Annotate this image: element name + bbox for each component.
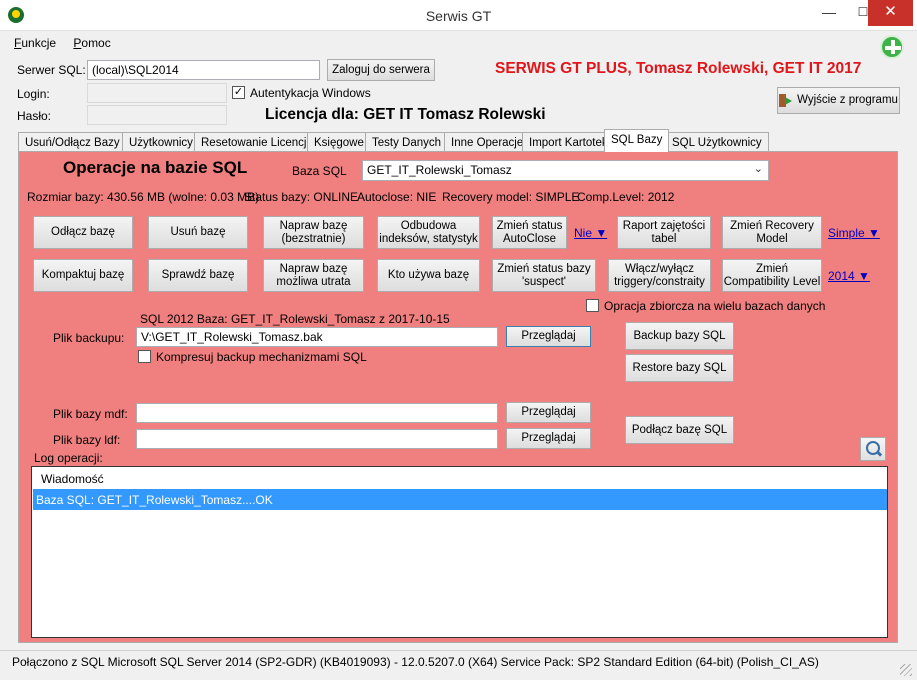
attach-db-button[interactable]: Podłącz bazę SQL: [625, 416, 734, 444]
log-label: Log operacji:: [34, 451, 103, 465]
operation-log[interactable]: Wiadomość Baza SQL: GET_IT_Rolewski_Toma…: [31, 466, 888, 638]
tab-other-operations[interactable]: Inne Operacje: [444, 132, 531, 151]
compact-db-button[interactable]: Kompaktuj bazę: [33, 259, 133, 292]
brand-banner: SERWIS GT PLUS, Tomasz Rolewski, GET IT …: [495, 60, 862, 77]
zoom-icon[interactable]: [860, 437, 886, 461]
backup-file-label: Plik backupu:: [53, 331, 125, 345]
db-autoclose-info: Autoclose: NIE: [357, 190, 437, 204]
usage-report-button[interactable]: Raport zajętości tabel: [617, 216, 711, 249]
tab-import[interactable]: Import Kartotek: [522, 132, 615, 151]
repair-loss-button[interactable]: Napraw bazę możliwa utrata: [263, 259, 364, 292]
windows-auth-checkbox[interactable]: ✓: [232, 86, 245, 99]
tab-sql-users[interactable]: SQL Użytkownicy: [665, 132, 769, 151]
mdf-file-input[interactable]: [136, 403, 498, 423]
db-select-value: GET_IT_Rolewski_Tomasz: [367, 163, 512, 177]
menu-bar: Funkcje Pomoc: [14, 36, 125, 50]
backup-file-input[interactable]: V:\GET_IT_Rolewski_Tomasz.bak: [136, 327, 498, 347]
windows-auth-label: Autentykacja Windows: [250, 86, 371, 100]
toggle-triggers-button[interactable]: Włącz/wyłącz triggery/constraity: [608, 259, 711, 292]
db-select-label: Baza SQL: [292, 164, 347, 178]
browse-mdf-button[interactable]: Przeglądaj: [506, 402, 591, 423]
db-status-info: Status bazy: ONLINE: [244, 190, 359, 204]
tab-license-reset[interactable]: Resetowanie Licencji: [194, 132, 317, 151]
compress-backup-label: Kompresuj backup mechanizmami SQL: [156, 350, 367, 364]
log-row[interactable]: Baza SQL: GET_IT_Rolewski_Tomasz....OK: [33, 489, 887, 510]
browse-ldf-button[interactable]: Przeglądaj: [506, 428, 591, 449]
restore-db-button[interactable]: Restore bazy SQL: [625, 354, 734, 382]
backup-db-button[interactable]: Backup bazy SQL: [625, 322, 734, 350]
resize-grip-icon[interactable]: [900, 664, 912, 676]
status-text: Połączono z SQL Microsoft SQL Server 201…: [12, 655, 819, 669]
backup-info: SQL 2012 Baza: GET_IT_Rolewski_Tomasz z …: [140, 312, 450, 326]
delete-db-button[interactable]: Usuń bazę: [148, 216, 248, 249]
mdf-file-label: Plik bazy mdf:: [53, 407, 128, 421]
exit-button-label: Wyjście z programu: [797, 94, 898, 106]
minimize-button[interactable]: —: [812, 0, 846, 26]
add-plus-icon[interactable]: [880, 35, 904, 59]
db-recovery-info: Recovery model: SIMPLE: [442, 190, 580, 204]
password-input[interactable]: [87, 105, 227, 125]
login-input[interactable]: [87, 83, 227, 103]
db-size-info: Rozmiar bazy: 430.56 MB (wolne: 0.03 MB): [27, 190, 260, 204]
menu-pomoc[interactable]: Pomoc: [73, 36, 110, 50]
check-db-button[interactable]: Sprawdź bazę: [148, 259, 248, 292]
tab-users[interactable]: Użytkownicy: [122, 132, 200, 151]
tab-delete-detach[interactable]: Usuń/Odłącz Bazy: [18, 132, 127, 151]
change-recovery-button[interactable]: Zmień Recovery Model: [722, 216, 822, 249]
db-select[interactable]: GET_IT_Rolewski_Tomasz ⌄: [362, 160, 769, 181]
compress-backup-checkbox[interactable]: [138, 350, 151, 363]
repair-safe-button[interactable]: Napraw bazę (bezstratnie): [263, 216, 364, 249]
detach-db-button[interactable]: Odłącz bazę: [33, 216, 133, 249]
rebuild-indexes-button[interactable]: Odbudowa indeksów, statystyk: [377, 216, 480, 249]
db-comp-level-info: Comp.Level: 2012: [577, 190, 675, 204]
section-title: Operacje na bazie SQL: [63, 158, 248, 177]
who-uses-db-button[interactable]: Kto używa bazę: [377, 259, 480, 292]
window-title: Serwis GT: [425, 8, 492, 24]
log-column-header[interactable]: Wiadomość: [33, 468, 887, 490]
tab-sql-databases[interactable]: SQL Bazy: [604, 129, 670, 152]
browse-backup-button[interactable]: Przeglądaj: [506, 326, 591, 347]
chevron-down-icon: ⌄: [753, 163, 763, 175]
tab-data-tests[interactable]: Testy Danych: [365, 132, 449, 151]
tab-accounting[interactable]: Księgowe: [307, 132, 371, 151]
ldf-file-label: Plik bazy ldf:: [53, 433, 121, 447]
menu-funkcje-label: unkcje: [21, 36, 57, 50]
password-label: Hasło:: [17, 109, 52, 123]
server-label: Serwer SQL:: [17, 63, 86, 77]
close-button[interactable]: ✕: [868, 0, 913, 26]
recovery-dropdown[interactable]: Simple ▼: [828, 226, 880, 240]
licence-text: Licencja dla: GET IT Tomasz Rolewski: [265, 106, 546, 123]
change-compat-button[interactable]: Zmień Compatibility Level: [722, 259, 822, 292]
bulk-operation-label: Opracja zbiorcza na wielu bazach danych: [604, 299, 826, 313]
login-label: Login:: [17, 87, 50, 101]
compat-dropdown[interactable]: 2014 ▼: [828, 269, 870, 283]
title-bar: Serwis GT — ☐ ✕: [0, 0, 917, 31]
server-input[interactable]: (local)\SQL2014: [87, 60, 320, 80]
bulk-operation-checkbox[interactable]: [586, 299, 599, 312]
change-suspect-button[interactable]: Zmień status bazy 'suspect': [492, 259, 596, 292]
ldf-file-input[interactable]: [136, 429, 498, 449]
exit-door-icon: [779, 94, 793, 107]
autoclose-dropdown[interactable]: Nie ▼: [574, 226, 607, 240]
login-button[interactable]: Zaloguj do serwera: [327, 59, 435, 81]
change-autoclose-button[interactable]: Zmień status AutoClose: [492, 216, 567, 249]
menu-funkcje[interactable]: Funkcje: [14, 36, 56, 50]
menu-pomoc-label: omoc: [81, 36, 111, 50]
exit-button[interactable]: Wyjście z programu: [777, 87, 900, 114]
